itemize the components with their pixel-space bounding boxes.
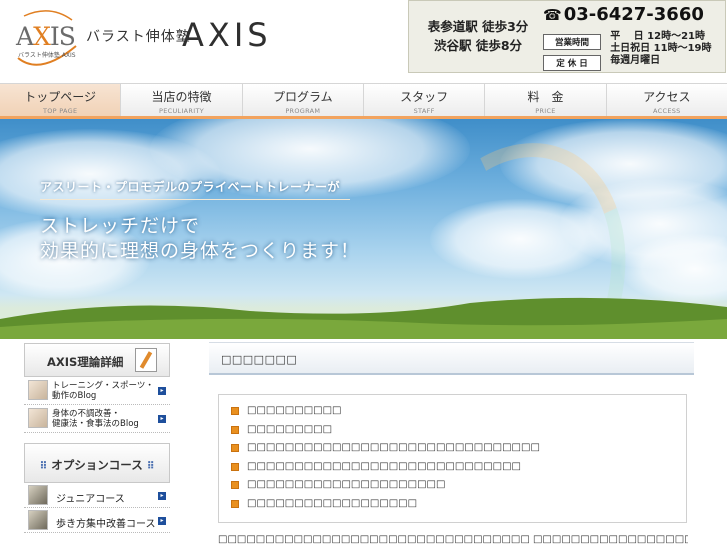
nav-label: プログラム bbox=[273, 90, 333, 104]
sidebar: AXIS理論詳細 トレーニング・スポーツ・ 動作のBlog ▸ 身体の不調改善・… bbox=[24, 343, 170, 533]
global-nav: トップページ TOP PAGE 当店の特徴 PECULIARITY プログラム … bbox=[0, 83, 727, 119]
nav-label: 料 金 bbox=[527, 90, 564, 104]
nav-top-page[interactable]: トップページ TOP PAGE bbox=[0, 84, 122, 116]
nav-label: アクセス bbox=[643, 90, 691, 104]
hours-weekday: 平 日 12時～21時 bbox=[610, 31, 705, 42]
hours-label: 営業時間 bbox=[543, 34, 601, 50]
nav-sublabel: PROGRAM bbox=[285, 107, 321, 115]
nav-program[interactable]: プログラム PROGRAM bbox=[242, 84, 364, 116]
square-bullet-icon bbox=[231, 425, 239, 434]
main-section-header: □□□□□□□ bbox=[209, 342, 694, 375]
station-shibuya: 渋谷駅 徒歩8分 bbox=[433, 38, 523, 53]
hero-headline: ストレッチだけで 効果的に理想の身体をつくります！ bbox=[40, 214, 360, 264]
closed-label: 定 休 日 bbox=[543, 55, 601, 71]
nav-label: トップページ bbox=[24, 90, 97, 104]
square-bullet-icon bbox=[231, 499, 239, 508]
nav-access[interactable]: アクセス ACCESS bbox=[606, 84, 727, 116]
hero-divider bbox=[40, 199, 350, 200]
logo-text: AXIS bbox=[16, 22, 76, 51]
business-hours: 営業時間 平 日 12時～21時 土日祝日 11時～19時 bbox=[543, 31, 712, 55]
axis-logo[interactable]: AXIS バラスト伸体塾 AXIS bbox=[10, 6, 82, 72]
square-bullet-icon bbox=[231, 481, 239, 489]
sidebar-theory-banner[interactable]: AXIS理論詳細 bbox=[24, 343, 170, 377]
sidebar-option-title: オプションコース bbox=[51, 458, 143, 472]
nav-sublabel: TOP PAGE bbox=[42, 107, 78, 115]
nav-staff[interactable]: スタッフ STAFF bbox=[363, 84, 486, 116]
phone-number[interactable]: ☎ 03-6427-3660 bbox=[543, 4, 704, 25]
list-item-text: □□□□□□□□□ bbox=[247, 423, 333, 435]
arrow-right-icon: ▸ bbox=[158, 517, 166, 525]
logo-subtext: バラスト伸体塾 AXIS bbox=[18, 52, 76, 59]
walking-thumbnail-icon bbox=[28, 510, 48, 530]
square-bullet-icon bbox=[231, 462, 239, 471]
grid-dots-icon: ⠿ bbox=[39, 461, 48, 472]
health-thumbnail-icon bbox=[28, 408, 48, 428]
arrow-right-icon: ▸ bbox=[158, 492, 166, 500]
main-section-title: □□□□□□□ bbox=[221, 353, 298, 366]
list-item[interactable]: □□□□□□□□□□□□□□□□□□ bbox=[231, 498, 686, 517]
sidebar-course-label: 歩き方集中改善コース bbox=[56, 519, 156, 530]
hills-image bbox=[0, 297, 727, 339]
phone-number-text: 03-6427-3660 bbox=[563, 4, 704, 25]
logo-japanese-name: バラスト伸体塾 bbox=[86, 29, 191, 45]
logo-english-name: AXIS bbox=[182, 16, 272, 54]
closed-days: 定 休 日 毎週月曜日 bbox=[543, 55, 660, 71]
sidebar-link-line2: 健康法・食事法のBlog bbox=[52, 419, 139, 429]
hero-banner: アスリート・プロモデルのプライベートトレーナーが ストレッチだけで 効果的に理想… bbox=[0, 119, 727, 339]
closed-value: 毎週月曜日 bbox=[610, 55, 661, 66]
list-item-text: □□□□□□□□□□□□□□□□□□□□□□□□□□□□□ bbox=[247, 460, 521, 472]
list-item[interactable]: □□□□□□□□□□ bbox=[231, 405, 686, 424]
sidebar-course-walking[interactable]: 歩き方集中改善コース ▸ bbox=[24, 508, 170, 533]
hero-headline-line1: ストレッチだけで bbox=[40, 215, 201, 237]
hero-headline-line2: 効果的に理想の身体をつくります！ bbox=[40, 240, 361, 262]
sidebar-link-line2: 動作のBlog bbox=[52, 391, 97, 401]
nav-sublabel: ACCESS bbox=[653, 107, 681, 115]
main-body-text: □□□□□□□□□□□□□□□□□□□□□□□□□□□□□□□□□ □□□□□□… bbox=[218, 534, 688, 545]
training-thumbnail-icon bbox=[28, 380, 48, 400]
grid-dots-icon: ⠿ bbox=[146, 461, 155, 472]
sidebar-link-line1: トレーニング・スポーツ・ bbox=[52, 381, 154, 391]
nav-price[interactable]: 料 金 PRICE bbox=[485, 84, 607, 116]
list-item-text: □□□□□□□□□□ bbox=[247, 405, 342, 416]
sidebar-link-training-blog[interactable]: トレーニング・スポーツ・ 動作のBlog ▸ bbox=[24, 377, 170, 405]
nav-label: 当店の特徴 bbox=[151, 90, 212, 104]
main-link-list: □□□□□□□□□□ □□□□□□□□□ □□□□□□□□□□□□□□□□□□□… bbox=[218, 394, 687, 523]
list-item[interactable]: □□□□□□□□□□□□□□□□□□□□□ bbox=[231, 479, 686, 498]
hours-values: 平 日 12時～21時 土日祝日 11時～19時 bbox=[610, 31, 711, 55]
sidebar-theory-title: AXIS理論詳細 bbox=[47, 355, 124, 369]
junior-thumbnail-icon bbox=[28, 485, 48, 505]
sidebar-course-junior[interactable]: ジュニアコース ▸ bbox=[24, 483, 170, 508]
telephone-icon: ☎ bbox=[543, 6, 562, 24]
list-item-text: □□□□□□□□□□□□□□□□□□□□□ bbox=[247, 479, 446, 490]
hours-weekend: 土日祝日 11時～19時 bbox=[610, 43, 712, 54]
site-header: AXIS バラスト伸体塾 AXIS バラスト伸体塾 AXIS 表参道駅 徒歩3分… bbox=[0, 0, 727, 83]
arrow-right-icon: ▸ bbox=[158, 387, 166, 395]
arrow-right-icon: ▸ bbox=[158, 415, 166, 423]
station-access: 表参道駅 徒歩3分 渋谷駅 徒歩8分 bbox=[419, 17, 537, 55]
list-item-text: □□□□□□□□□□□□□□□□□□ bbox=[247, 497, 418, 509]
square-bullet-icon bbox=[231, 407, 239, 415]
nav-sublabel: PRICE bbox=[535, 107, 556, 115]
station-omotesando: 表参道駅 徒歩3分 bbox=[427, 19, 529, 34]
nav-sublabel: PECULIARITY bbox=[159, 107, 204, 115]
list-item-text: □□□□□□□□□□□□□□□□□□□□□□□□□□□□□□□ bbox=[247, 442, 540, 453]
pen-icon bbox=[135, 348, 157, 372]
nav-sublabel: STAFF bbox=[413, 107, 435, 115]
nav-label: スタッフ bbox=[400, 90, 449, 104]
square-bullet-icon bbox=[231, 444, 239, 452]
hero-tagline-top: アスリート・プロモデルのプライベートトレーナーが bbox=[40, 180, 341, 194]
contact-info-box: 表参道駅 徒歩3分 渋谷駅 徒歩8分 ☎ 03-6427-3660 営業時間 平 … bbox=[408, 0, 726, 73]
sidebar-link-line1: 身体の不調改善・ bbox=[52, 409, 121, 419]
sidebar-option-course-banner[interactable]: ⠿ オプションコース ⠿ bbox=[24, 443, 170, 483]
sidebar-link-health-blog[interactable]: 身体の不調改善・ 健康法・食事法のBlog ▸ bbox=[24, 405, 170, 433]
list-item[interactable]: □□□□□□□□□ bbox=[231, 424, 686, 443]
nav-peculiarity[interactable]: 当店の特徴 PECULIARITY bbox=[121, 84, 243, 116]
list-item[interactable]: □□□□□□□□□□□□□□□□□□□□□□□□□□□□□ bbox=[231, 461, 686, 480]
list-item[interactable]: □□□□□□□□□□□□□□□□□□□□□□□□□□□□□□□ bbox=[231, 442, 686, 461]
sidebar-course-label: ジュニアコース bbox=[56, 494, 125, 505]
